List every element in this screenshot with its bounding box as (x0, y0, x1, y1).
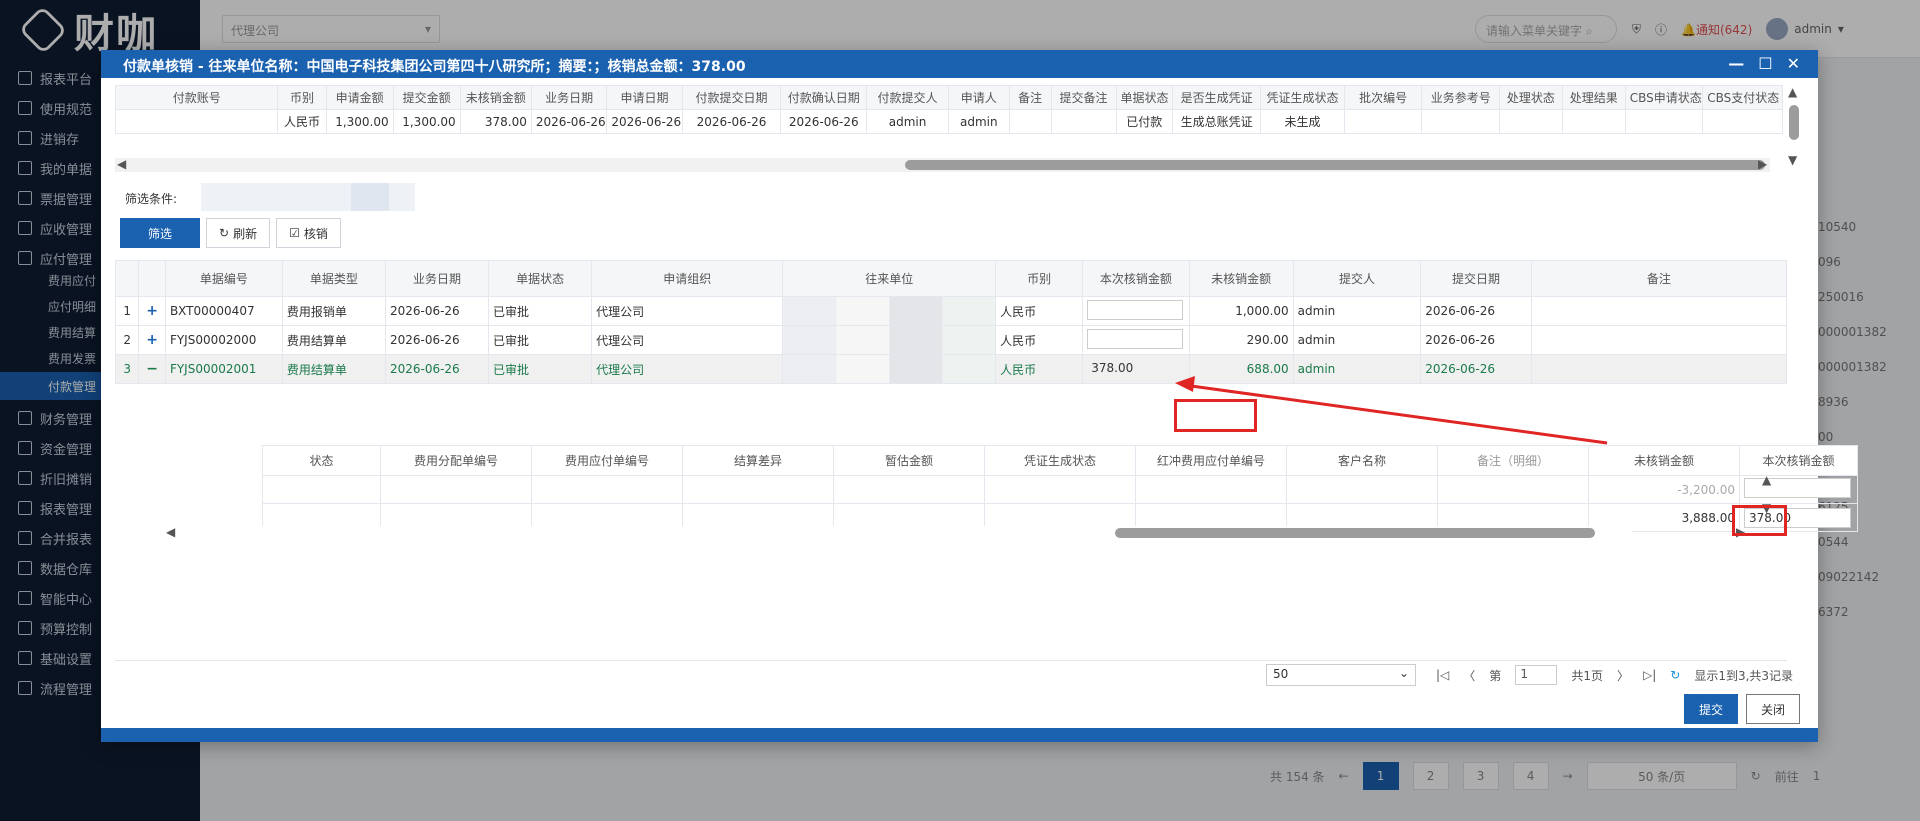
first-page-icon[interactable]: |◁ (1436, 668, 1449, 682)
annotation-arrow (1175, 376, 1608, 445)
last-page-icon[interactable]: ▷| (1643, 668, 1656, 682)
chevron-down-icon: ⌄ (1398, 666, 1409, 680)
next-page-icon[interactable]: 〉 (1617, 667, 1629, 684)
prev-page-icon[interactable]: 〈 (1463, 667, 1475, 684)
refresh-icon[interactable]: ↻ (1670, 668, 1680, 682)
dialog-page-size-select[interactable]: 50 ⌄ (1266, 664, 1416, 686)
dialog-footer-bar (101, 728, 1818, 742)
dialog-pagination: |◁ 〈 第 1 共1页 〉 ▷| ↻ 显示1到3,共3记录 (1436, 665, 1793, 685)
verification-dialog: 付款单核销 - 往来单位名称：中国电子科技集团公司第四十八研究所；摘要：；核销总… (101, 50, 1858, 742)
submit-button[interactable]: 提交 (1684, 694, 1738, 724)
dialog-bottom-divider (115, 660, 1787, 661)
record-summary: 显示1到3,共3记录 (1694, 668, 1794, 683)
close-button[interactable]: 关闭 (1746, 694, 1800, 724)
page-number-input[interactable]: 1 (1515, 665, 1558, 685)
